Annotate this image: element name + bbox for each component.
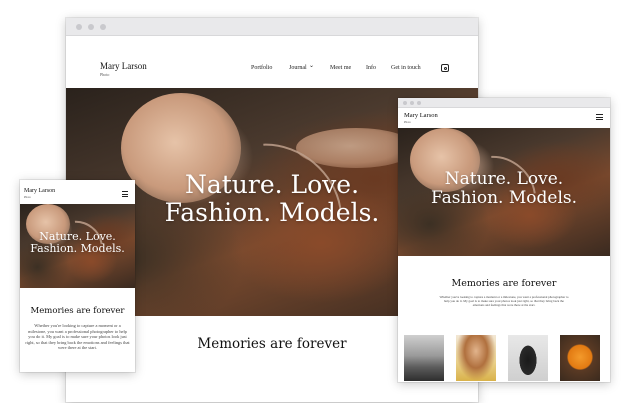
hero-image: Nature. Love. Fashion. Models. xyxy=(20,204,135,288)
gallery-thumb-silhouette[interactable] xyxy=(508,335,548,381)
hamburger-menu-icon[interactable] xyxy=(122,191,128,199)
gallery-thumb-orange[interactable] xyxy=(560,335,600,381)
hero-title: Nature. Love. Fashion. Models. xyxy=(398,169,610,209)
nav-meet-me[interactable]: Meet me xyxy=(330,65,351,71)
brand-name[interactable]: Mary Larson xyxy=(24,188,55,194)
nav-portfolio[interactable]: Portfolio xyxy=(251,65,272,71)
brand-name[interactable]: Mary Larson xyxy=(404,112,438,119)
brand-subtitle: Photo xyxy=(24,195,32,199)
tablet-preview: Mary Larson Photo Nature. Love. Fashion.… xyxy=(398,98,610,382)
gallery-thumb-portrait[interactable] xyxy=(456,335,496,381)
hero-title-line-2: Fashion. Models. xyxy=(430,188,578,209)
desktop-browser-bar xyxy=(66,18,478,36)
window-dot-icon xyxy=(88,24,94,30)
window-dot-icon xyxy=(76,24,82,30)
nav-journal[interactable]: Journal xyxy=(289,65,307,71)
hero-image: Nature. Love. Fashion. Models. xyxy=(398,128,610,256)
brand-subtitle: Photo xyxy=(404,120,412,124)
hamburger-menu-icon[interactable] xyxy=(596,114,603,122)
section-body: Whether you're looking to capture a mome… xyxy=(25,323,130,350)
hero-title: Nature. Love. Fashion. Models. xyxy=(20,230,135,256)
brand-subtitle: Photo xyxy=(100,72,110,77)
site-header: Mary Larson Photo Portfolio Journal ⌄ Me… xyxy=(66,36,478,88)
hero-title-line-2: Fashion. Models. xyxy=(30,242,125,256)
section-heading: Memories are forever xyxy=(30,306,125,316)
chevron-down-icon[interactable]: ⌄ xyxy=(309,62,314,69)
mobile-header: Mary Larson Photo xyxy=(20,180,135,204)
gallery-thumb-landscape[interactable] xyxy=(404,335,444,381)
section-heading: Memories are forever xyxy=(451,278,557,289)
tablet-browser-bar xyxy=(398,98,610,108)
section-body: Whether you're looking to capture a mome… xyxy=(439,295,569,307)
tablet-header: Mary Larson Photo xyxy=(398,108,610,128)
window-dot-icon xyxy=(410,101,414,105)
mobile-preview: Mary Larson Photo Nature. Love. Fashion.… xyxy=(20,180,135,372)
window-dot-icon xyxy=(417,101,421,105)
hero-title-line-1: Nature. Love. xyxy=(444,169,564,189)
window-dot-icon xyxy=(100,24,106,30)
brand-name[interactable]: Mary Larson xyxy=(100,61,147,71)
window-dot-icon xyxy=(403,101,407,105)
nav-get-in-touch[interactable]: Get in touch xyxy=(391,65,421,71)
nav-info[interactable]: Info xyxy=(366,65,376,71)
instagram-icon[interactable] xyxy=(441,64,449,72)
